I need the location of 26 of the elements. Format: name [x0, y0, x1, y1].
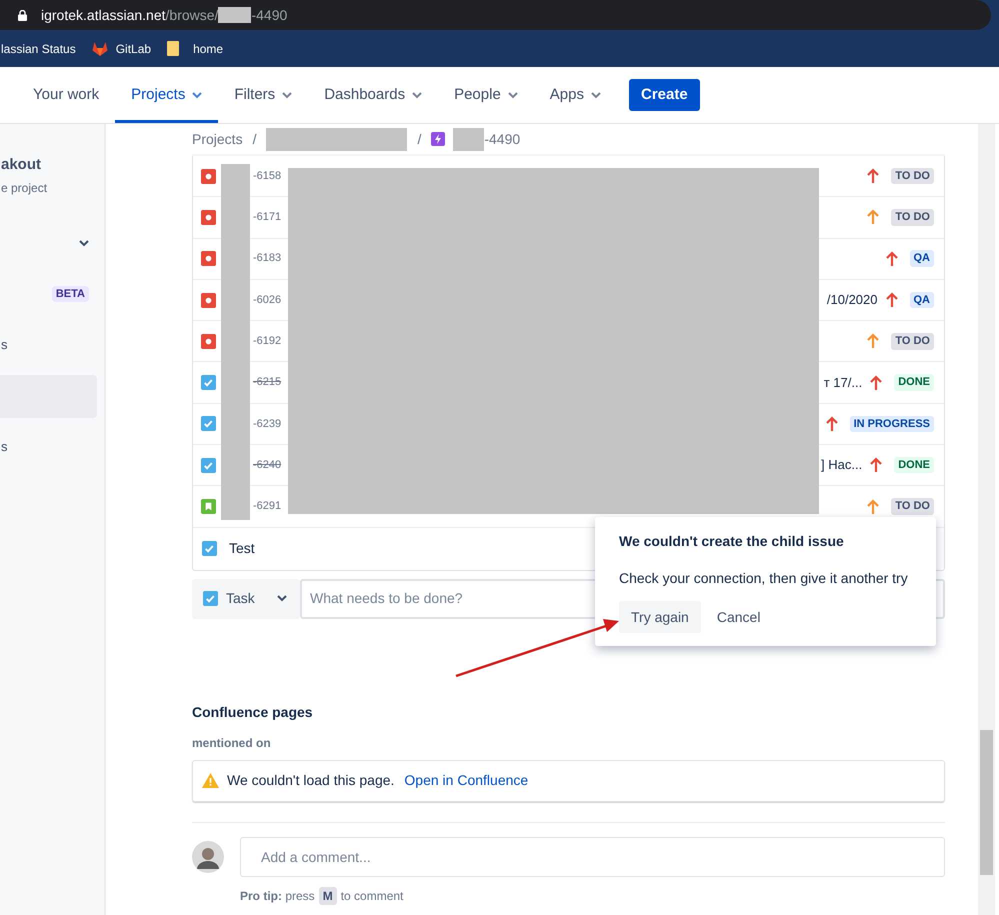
project-type: e project	[0, 180, 48, 196]
breadcrumb-separator: /	[417, 130, 422, 148]
status-lozenge: TO DO	[891, 168, 934, 184]
popover-message: Check your connection, then give it another try	[619, 569, 909, 588]
status-lozenge: TO DO	[891, 333, 934, 350]
breadcrumb-separator: /	[252, 130, 256, 148]
status-lozenge: IN PROGRESS	[850, 416, 934, 432]
beta-badge: BETA	[52, 286, 89, 302]
status-lozenge: QA	[910, 292, 934, 308]
project-name: akout	[0, 155, 42, 175]
status-lozenge: DONE	[894, 456, 934, 474]
section-heading: Confluence pages	[192, 702, 314, 722]
issue-summary: Test	[229, 539, 255, 558]
popover-title: We couldn't create the child issue	[619, 532, 845, 551]
issue-summary: ] Нас...	[821, 456, 862, 474]
section-subheading: mentioned on	[192, 734, 272, 752]
keyboard-key: M	[318, 886, 337, 905]
pro-tip-text: Pro tip: press	[240, 888, 315, 905]
issue-summary: /10/2020	[826, 291, 878, 310]
status-lozenge: QA	[910, 250, 934, 267]
warning-text: We couldn't load this page.	[227, 771, 394, 790]
pro-tip-text: to comment	[340, 888, 404, 905]
status-lozenge: TO DO	[891, 209, 934, 226]
status-lozenge: TO DO	[891, 498, 934, 515]
issue-summary: т 17/...	[824, 374, 862, 392]
status-lozenge: DONE	[894, 374, 934, 391]
